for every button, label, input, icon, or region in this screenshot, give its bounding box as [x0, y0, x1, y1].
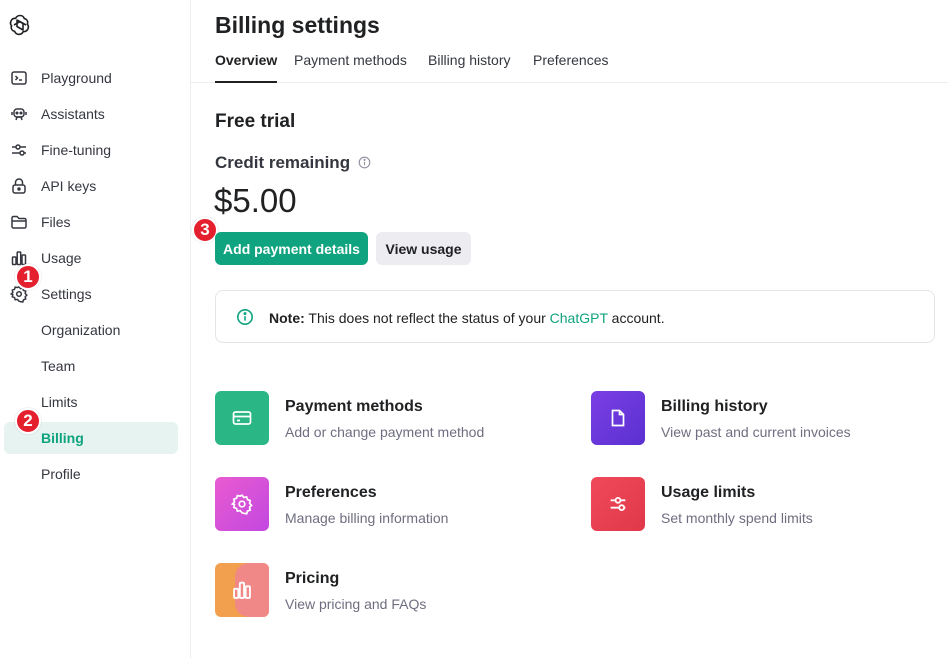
sidebar-item-label: Organization — [41, 322, 121, 338]
view-usage-button[interactable]: View usage — [376, 232, 471, 265]
note-text: Note: This does not reflect the status o… — [269, 310, 665, 326]
card-subtitle: View past and current invoices — [661, 424, 851, 440]
card-tile — [215, 391, 269, 445]
chatgpt-link[interactable]: ChatGPT — [550, 310, 608, 326]
sidebar-item-label: Team — [41, 358, 76, 374]
plan-title: Free trial — [215, 111, 296, 132]
credit-label: Credit remaining — [215, 153, 351, 172]
sidebar-item-label: Files — [41, 214, 71, 230]
card-subtitle: Set monthly spend limits — [661, 510, 813, 526]
card-title: Pricing — [285, 570, 340, 587]
sidebar-item-assistants[interactable]: Assistants — [4, 98, 178, 130]
sidebar-item-team[interactable]: Team — [4, 350, 178, 382]
credit-amount: $5.00 — [214, 182, 297, 219]
sidebar-item-label: API keys — [41, 178, 97, 194]
note-bold: Note: — [269, 310, 305, 326]
card-tile — [591, 391, 645, 445]
sidebar-item-playground[interactable]: Playground — [4, 62, 178, 94]
card-title: Usage limits — [661, 484, 756, 501]
add-payment-details-button[interactable]: Add payment details — [215, 232, 368, 265]
sidebar-item-profile[interactable]: Profile — [4, 458, 178, 490]
credit-card-icon — [232, 411, 252, 425]
sidebar-item-api-keys[interactable]: API keys — [4, 170, 178, 202]
tab-payment-methods[interactable]: Payment methods — [294, 52, 407, 83]
info-icon — [237, 309, 253, 325]
sidebar-item-label: Settings — [41, 286, 92, 302]
terminal-icon — [11, 71, 27, 85]
card-preferences[interactable]: Preferences Manage billing information — [215, 477, 555, 533]
openai-logo-icon[interactable] — [8, 13, 32, 37]
bar-chart-icon — [233, 581, 251, 599]
card-subtitle: View pricing and FAQs — [285, 596, 427, 612]
sidebar-item-label: Profile — [41, 466, 81, 482]
sliders-icon — [610, 496, 626, 512]
card-pricing[interactable]: Pricing View pricing and FAQs — [215, 563, 555, 619]
annotation-badge-2: 2 — [15, 408, 41, 434]
note-text-before: This does not reflect the status of your — [304, 310, 550, 326]
card-title: Preferences — [285, 484, 377, 501]
sidebar-item-fine-tuning[interactable]: Fine-tuning — [4, 134, 178, 166]
tab-overview[interactable]: Overview — [215, 52, 278, 83]
tab-preferences[interactable]: Preferences — [533, 52, 608, 83]
gear-icon — [231, 494, 253, 515]
tab-billing-history[interactable]: Billing history — [428, 52, 510, 83]
card-title: Payment methods — [285, 398, 423, 415]
lock-icon — [12, 178, 26, 194]
sidebar-item-label: Usage — [41, 250, 82, 266]
card-tile — [591, 477, 645, 531]
card-subtitle: Manage billing information — [285, 510, 449, 526]
document-icon — [611, 409, 625, 427]
page-title: Billing settings — [215, 12, 380, 38]
note-text-after: account. — [607, 310, 665, 326]
robot-icon — [11, 108, 27, 121]
card-title: Billing history — [661, 398, 768, 415]
folder-icon — [11, 215, 27, 229]
sidebar-item-label: Limits — [41, 394, 78, 410]
card-tile — [215, 563, 269, 617]
sidebar-item-label: Assistants — [41, 106, 105, 122]
sidebar-item-files[interactable]: Files — [4, 206, 178, 238]
tab-bar: Overview Payment methods Billing history… — [191, 44, 948, 83]
card-tile — [215, 477, 269, 531]
sidebar-item-label: Billing — [41, 430, 84, 446]
sidebar-item-organization[interactable]: Organization — [4, 314, 178, 346]
info-icon[interactable] — [358, 156, 371, 169]
sidebar: Playground Assistants Fine-tuning API ke… — [0, 0, 191, 658]
sidebar-item-label: Playground — [41, 70, 112, 86]
note-banner: Note: This does not reflect the status o… — [215, 290, 935, 343]
card-usage-limits[interactable]: Usage limits Set monthly spend limits — [591, 477, 931, 533]
annotation-badge-1: 1 — [15, 264, 41, 290]
card-subtitle: Add or change payment method — [285, 424, 485, 440]
card-billing-history[interactable]: Billing history View past and current in… — [591, 391, 931, 447]
sliders-icon — [12, 144, 26, 156]
sidebar-item-label: Fine-tuning — [41, 142, 112, 158]
card-payment-methods[interactable]: Payment methods Add or change payment me… — [215, 391, 555, 447]
